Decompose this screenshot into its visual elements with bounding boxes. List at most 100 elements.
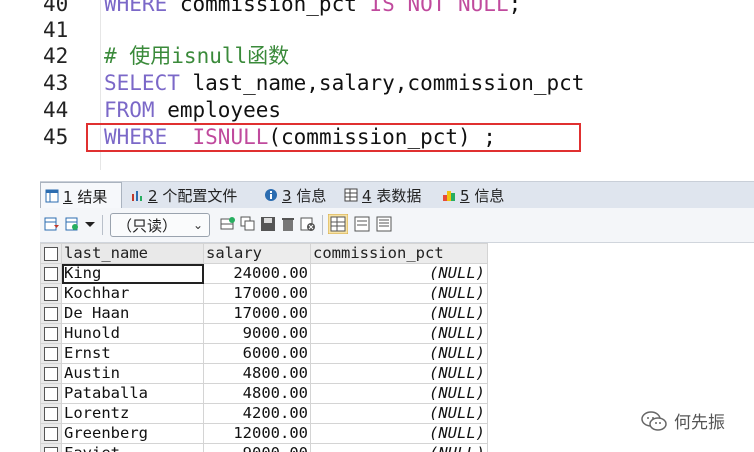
save-icon[interactable] [260, 216, 276, 232]
select-all-checkbox[interactable] [40, 243, 62, 264]
line-number: 42 [43, 44, 69, 68]
row-checkbox[interactable] [40, 283, 62, 304]
row-checkbox[interactable] [40, 363, 62, 384]
tab-result-label: 结果 [77, 187, 108, 206]
column-header[interactable]: last_name [61, 243, 204, 264]
table-row[interactable]: De Haan 17000.00 (NULL) [40, 303, 488, 324]
table-row[interactable]: Austin 4800.00 (NULL) [40, 363, 488, 384]
table-row[interactable]: Greenberg 12000.00 (NULL) [40, 423, 488, 444]
export-icon[interactable] [44, 216, 60, 232]
cell-salary[interactable]: 17000.00 [203, 283, 311, 304]
table-row[interactable]: Kochhar 17000.00 (NULL) [40, 283, 488, 304]
cell-last-name[interactable]: Lorentz [61, 403, 204, 424]
result-grid-icon [45, 189, 59, 203]
import-icon[interactable] [64, 216, 80, 232]
code-line[interactable]: 42 # 使用isnull函数 [0, 43, 754, 70]
cell-last-name[interactable]: Greenberg [61, 423, 204, 444]
tab-info[interactable]: 3 信息 [260, 182, 326, 208]
cell-salary[interactable]: 6000.00 [203, 343, 311, 364]
code-line[interactable]: 44 FROM employees [0, 97, 754, 124]
row-checkbox[interactable] [40, 403, 62, 424]
cell-last-name[interactable]: Hunold [61, 323, 204, 344]
tab-profile-num: 2 [148, 186, 158, 205]
tab-info-2[interactable]: 5 信息 [438, 182, 504, 208]
cell-salary[interactable]: 17000.00 [203, 303, 311, 324]
cell-salary[interactable]: 24000.00 [203, 263, 311, 284]
cell-commission-pct[interactable]: (NULL) [310, 423, 488, 444]
cell-salary[interactable]: 9000.00 [203, 323, 311, 344]
grid-view-icon[interactable] [328, 214, 348, 234]
cell-salary[interactable]: 12000.00 [203, 423, 311, 444]
cell-commission-pct[interactable]: (NULL) [310, 263, 488, 284]
column-header[interactable]: commission_pct [310, 243, 488, 264]
cell-commission-pct[interactable]: (NULL) [310, 303, 488, 324]
table-row[interactable]: Lorentz 4200.00 (NULL) [40, 403, 488, 424]
result-tabs: 1 结果 2 个配置文件 3 信息 4 表数据 5 信息 [40, 181, 754, 209]
line-number: 44 [43, 98, 69, 122]
cell-salary[interactable]: 4800.00 [203, 383, 311, 404]
table-row[interactable]: Hunold 9000.00 (NULL) [40, 323, 488, 344]
cell-commission-pct[interactable]: (NULL) [310, 363, 488, 384]
chevron-down-icon: ⌄ [192, 218, 203, 232]
code-token: employees [154, 98, 282, 122]
table-row[interactable]: Pataballa 4800.00 (NULL) [40, 383, 488, 404]
sql-editor[interactable]: 40 WHERE commission_pct IS NOT NULL; 41 42 #… [0, 0, 754, 170]
row-checkbox[interactable] [40, 423, 62, 444]
row-checkbox[interactable] [40, 263, 62, 284]
code-line[interactable]: 43 SELECT last_name,salary,commission_pct [0, 70, 754, 97]
table-row[interactable]: Ernst 6000.00 (NULL) [40, 343, 488, 364]
tab-profile[interactable]: 2 个配置文件 [126, 182, 237, 208]
code-line[interactable]: 41 [0, 17, 754, 44]
line-number: 43 [43, 71, 69, 95]
insert-row-icon[interactable] [220, 216, 236, 232]
table-row[interactable]: Faviet9000.00(NULL) [40, 443, 488, 452]
watermark: 何先振 [640, 408, 725, 433]
info-chart-icon [443, 191, 455, 201]
cell-last-name[interactable]: Ernst [61, 343, 204, 364]
cell-salary[interactable]: 9000.00 [203, 443, 311, 452]
cell-last-name[interactable]: Kochhar [61, 283, 204, 304]
cell-commission-pct[interactable]: (NULL) [310, 283, 488, 304]
column-header[interactable]: salary [203, 243, 311, 264]
row-checkbox[interactable] [40, 303, 62, 324]
duplicate-row-icon[interactable] [240, 216, 256, 232]
tab-table-data-label: 表数据 [376, 186, 422, 205]
row-checkbox[interactable] [40, 323, 62, 344]
code-text: WHERE commission_pct IS NOT NULL; [104, 0, 521, 18]
line-number: 40 [43, 0, 69, 16]
cell-last-name[interactable]: De Haan [61, 303, 204, 324]
row-checkbox[interactable] [40, 343, 62, 364]
chevron-down-icon[interactable] [84, 216, 96, 232]
cell-commission-pct[interactable]: (NULL) [310, 403, 488, 424]
row-checkbox[interactable] [40, 443, 62, 452]
cell-commission-pct[interactable]: (NULL) [310, 323, 488, 344]
delete-icon[interactable] [280, 216, 296, 232]
tab-info-2-num: 5 [460, 186, 470, 205]
tab-result[interactable]: 1 结果 [40, 182, 122, 209]
cell-last-name[interactable]: King [61, 263, 204, 284]
code-line[interactable]: 40 WHERE commission_pct IS NOT NULL; [0, 0, 754, 18]
cell-last-name[interactable]: Pataballa [61, 383, 204, 404]
cell-salary[interactable]: 4200.00 [203, 403, 311, 424]
cell-commission-pct[interactable]: (NULL) [310, 383, 488, 404]
tab-info-2-label: 信息 [474, 186, 505, 205]
mode-select[interactable]: （只读） ⌄ [110, 213, 210, 237]
cell-last-name[interactable]: Faviet [61, 443, 204, 452]
cell-salary[interactable]: 4800.00 [203, 363, 311, 384]
tab-table-data[interactable]: 4 表数据 [340, 182, 421, 208]
wechat-logo-icon [641, 410, 667, 431]
row-checkbox[interactable] [40, 383, 62, 404]
cell-commission-pct[interactable]: (NULL) [310, 443, 488, 452]
table-row[interactable]: King 24000.00 (NULL) [40, 263, 488, 284]
cell-last-name[interactable]: Austin [61, 363, 204, 384]
result-table: last_name salary commission_pct King 2400… [40, 243, 488, 452]
tab-table-data-num: 4 [362, 186, 372, 205]
code-token: ; [508, 0, 522, 16]
text-view-icon[interactable] [376, 216, 392, 232]
table-body: King 24000.00 (NULL) Kochhar 17000.00 (NULL) D… [40, 263, 488, 452]
cancel-icon[interactable] [300, 216, 316, 232]
code-text: SELECT last_name,salary,commission_pct [104, 70, 584, 97]
tab-info-num: 3 [282, 186, 292, 205]
cell-commission-pct[interactable]: (NULL) [310, 343, 488, 364]
form-view-icon[interactable] [354, 216, 370, 232]
